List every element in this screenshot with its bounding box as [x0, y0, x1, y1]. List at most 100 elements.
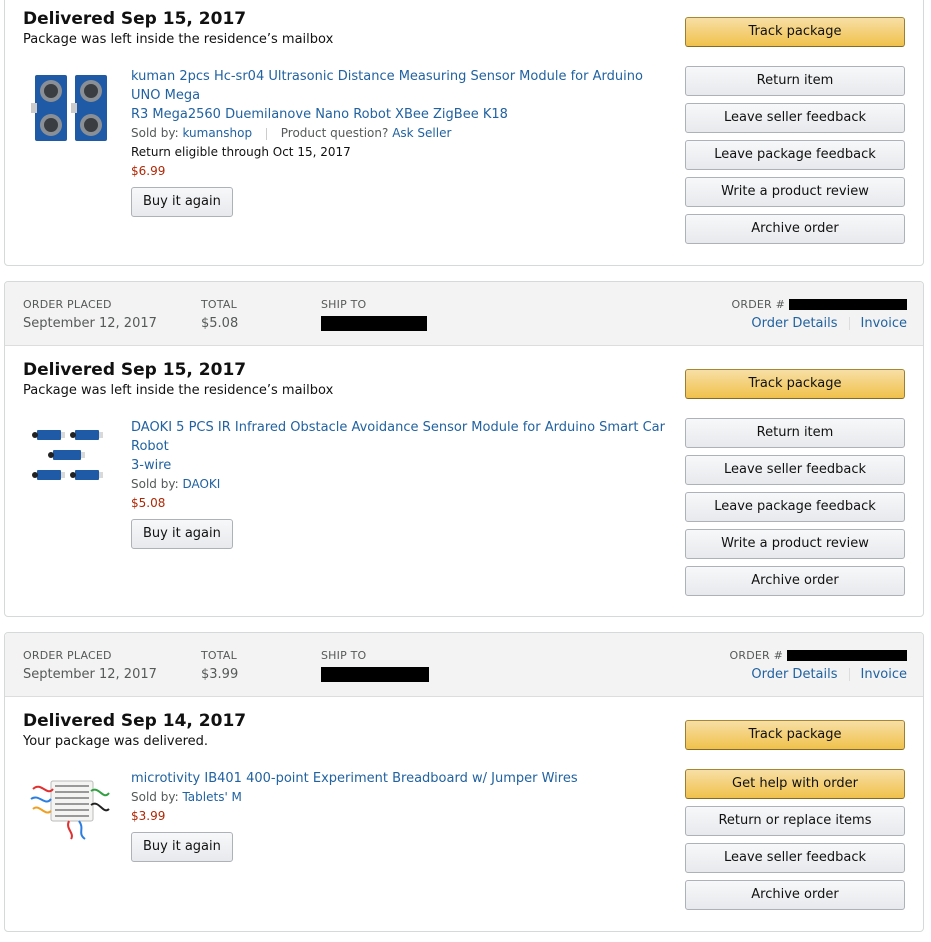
order-card: Delivered Sep 15, 2017 Package was left … — [4, 0, 924, 266]
order-number-col: ORDER # Order Details Invoice — [732, 298, 907, 331]
archive-order-button[interactable]: Archive order — [685, 214, 905, 244]
ship-to-label: SHIP TO — [321, 298, 367, 311]
ship-to-label: SHIP TO — [321, 649, 367, 662]
order-num-text: ORDER # — [731, 298, 785, 311]
order-actions: Track package Return item Leave seller f… — [685, 369, 905, 603]
product-question-label: Product question? — [280, 126, 389, 140]
delivery-status-detail: Package was left inside the residence’s … — [23, 383, 334, 398]
order-placed-date: September 12, 2017 — [23, 316, 157, 331]
total-label: TOTAL — [201, 298, 237, 311]
total-value: $3.99 — [201, 667, 239, 682]
item-price: $6.99 — [131, 164, 166, 178]
delivery-status-title: Delivered Sep 14, 2017 — [23, 711, 247, 731]
return-item-button[interactable]: Return item — [685, 66, 905, 96]
item-title-line[interactable]: DAOKI 5 PCS IR Infrared Obstacle Avoidan… — [131, 418, 671, 456]
sold-by-line: Sold by: Tablets' M — [131, 788, 671, 807]
item-price: $3.99 — [131, 809, 166, 823]
order-card: ORDER PLACED September 12, 2017 TOTAL $5… — [4, 281, 924, 617]
order-header: ORDER PLACED September 12, 2017 TOTAL $5… — [5, 282, 923, 346]
buy-it-again-button[interactable]: Buy it again — [131, 832, 233, 862]
track-package-button[interactable]: Track package — [685, 369, 905, 399]
delivery-status-detail: Package was left inside the residence’s … — [23, 32, 334, 47]
seller-link[interactable]: DAOKI — [182, 477, 220, 491]
sold-by-line: Sold by: kumanshop Product question? Ask… — [131, 124, 671, 143]
order-placed-label: ORDER PLACED — [23, 649, 112, 662]
seller-link[interactable]: Tablets' M — [182, 790, 241, 804]
archive-order-button[interactable]: Archive order — [685, 566, 905, 596]
delivery-status-detail: Your package was delivered. — [23, 734, 209, 749]
order-links: Order Details Invoice — [732, 316, 907, 331]
get-help-button[interactable]: Get help with order — [685, 769, 905, 799]
item-title-line[interactable]: 3-wire — [131, 456, 671, 475]
item-info: microtivity IB401 400-point Experiment B… — [131, 769, 671, 862]
item-title-link[interactable]: microtivity IB401 400-point Experiment B… — [131, 769, 671, 788]
item-info: DAOKI 5 PCS IR Infrared Obstacle Avoidan… — [131, 418, 671, 549]
item-title-line[interactable]: kuman 2pcs Hc-sr04 Ultrasonic Distance M… — [131, 67, 671, 105]
divider — [848, 668, 850, 681]
redaction-bar — [789, 299, 907, 310]
order-body: Delivered Sep 14, 2017 Your package was … — [5, 697, 923, 931]
write-product-review-button[interactable]: Write a product review — [685, 529, 905, 559]
order-placed-col: ORDER PLACED September 12, 2017 — [23, 649, 157, 682]
total-label: TOTAL — [201, 649, 237, 662]
breadboard-image[interactable] — [29, 771, 111, 843]
item-title-link[interactable]: DAOKI 5 PCS IR Infrared Obstacle Avoidan… — [131, 418, 671, 475]
order-header: ORDER PLACED September 12, 2017 TOTAL $3… — [5, 633, 923, 697]
leave-seller-feedback-button[interactable]: Leave seller feedback — [685, 455, 905, 485]
ship-to-redacted[interactable] — [321, 667, 429, 686]
buy-it-again-button[interactable]: Buy it again — [131, 187, 233, 217]
ir-sensor-modules-image[interactable] — [29, 422, 111, 494]
order-actions: Track package Return item Leave seller f… — [685, 17, 905, 251]
invoice-link[interactable]: Invoice — [861, 667, 907, 682]
track-package-button[interactable]: Track package — [685, 720, 905, 750]
seller-link[interactable]: kumanshop — [182, 126, 252, 140]
order-number-col: ORDER # Order Details Invoice — [730, 649, 907, 682]
item-title-line[interactable]: R3 Mega2560 Duemilanove Nano Robot XBee … — [131, 105, 671, 124]
order-details-link[interactable]: Order Details — [751, 316, 837, 331]
divider — [265, 127, 267, 140]
return-or-replace-button[interactable]: Return or replace items — [685, 806, 905, 836]
order-placed-date: September 12, 2017 — [23, 667, 157, 682]
divider — [848, 317, 850, 330]
redaction-bar — [321, 316, 427, 331]
write-product-review-button[interactable]: Write a product review — [685, 177, 905, 207]
leave-package-feedback-button[interactable]: Leave package feedback — [685, 492, 905, 522]
leave-package-feedback-button[interactable]: Leave package feedback — [685, 140, 905, 170]
delivery-status-title: Delivered Sep 15, 2017 — [23, 9, 247, 29]
item-title-link[interactable]: kuman 2pcs Hc-sr04 Ultrasonic Distance M… — [131, 67, 671, 124]
redaction-bar — [787, 650, 907, 661]
ship-to-redacted[interactable] — [321, 316, 427, 335]
order-body: Delivered Sep 15, 2017 Package was left … — [5, 346, 923, 616]
order-number-label: ORDER # — [732, 298, 907, 311]
order-actions: Track package Get help with order Return… — [685, 720, 905, 917]
return-item-button[interactable]: Return item — [685, 418, 905, 448]
item-info: kuman 2pcs Hc-sr04 Ultrasonic Distance M… — [131, 67, 671, 217]
invoice-link[interactable]: Invoice — [861, 316, 907, 331]
leave-seller-feedback-button[interactable]: Leave seller feedback — [685, 843, 905, 873]
archive-order-button[interactable]: Archive order — [685, 880, 905, 910]
total-value: $5.08 — [201, 316, 239, 331]
order-details-link[interactable]: Order Details — [751, 667, 837, 682]
redaction-bar — [321, 667, 429, 682]
order-placed-label: ORDER PLACED — [23, 298, 112, 311]
ultrasonic-sensor-image[interactable] — [29, 73, 111, 145]
ship-to-col: SHIP TO — [321, 298, 427, 335]
order-placed-col: ORDER PLACED September 12, 2017 — [23, 298, 157, 331]
total-col: TOTAL $5.08 — [201, 298, 238, 331]
sold-by-line: Sold by: DAOKI — [131, 475, 671, 494]
leave-seller-feedback-button[interactable]: Leave seller feedback — [685, 103, 905, 133]
sold-by-label: Sold by: — [131, 126, 179, 140]
return-eligible-text: Return eligible through Oct 15, 2017 — [131, 145, 351, 159]
order-number-label: ORDER # — [730, 649, 907, 662]
item-title-line[interactable]: microtivity IB401 400-point Experiment B… — [131, 769, 671, 788]
order-body: Delivered Sep 15, 2017 Package was left … — [5, 0, 923, 265]
total-col: TOTAL $3.99 — [201, 649, 238, 682]
item-price: $5.08 — [131, 496, 166, 510]
delivery-status-title: Delivered Sep 15, 2017 — [23, 360, 247, 380]
buy-it-again-button[interactable]: Buy it again — [131, 519, 233, 549]
order-num-text: ORDER # — [729, 649, 783, 662]
track-package-button[interactable]: Track package — [685, 17, 905, 47]
ask-seller-link[interactable]: Ask Seller — [392, 126, 451, 140]
order-links: Order Details Invoice — [730, 667, 907, 682]
ship-to-col: SHIP TO — [321, 649, 429, 686]
